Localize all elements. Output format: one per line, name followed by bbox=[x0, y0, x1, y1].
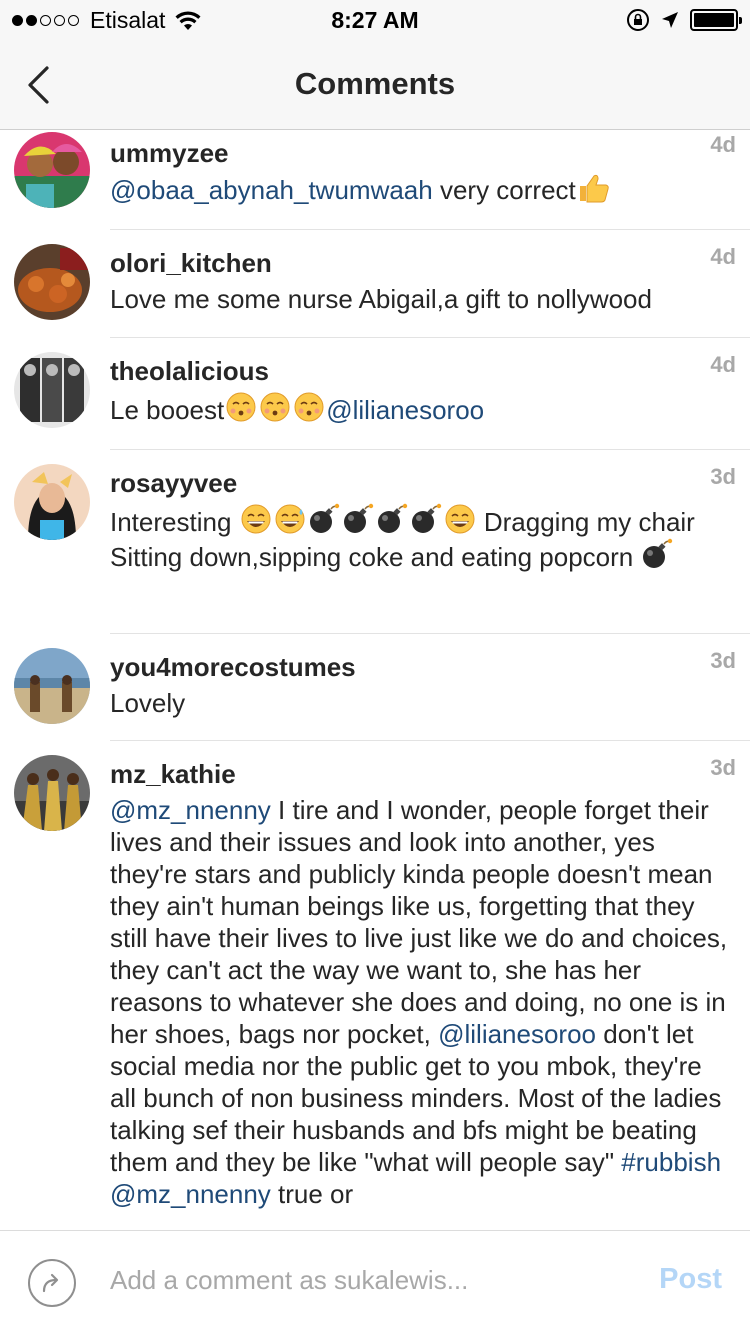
bomb-icon bbox=[377, 503, 407, 533]
location-arrow-icon bbox=[662, 12, 678, 28]
sweat-smile-face-icon bbox=[275, 504, 305, 534]
comment-timestamp: 4d bbox=[710, 352, 736, 377]
comment-text: @obaa_abynah_twumwaah very correct bbox=[110, 173, 730, 206]
comment-text: @mz_nnenny I tire and I wonder, people f… bbox=[110, 794, 730, 1210]
grinning-face-icon bbox=[445, 504, 475, 534]
comments-list[interactable]: 4d ummyzee @obaa_abynah_twumwaah very co… bbox=[0, 130, 750, 1230]
comment-timestamp: 3d bbox=[710, 755, 736, 780]
kissing-face-icon bbox=[226, 392, 256, 422]
comment-item: 3d rosayyvee Interesting Dragging my cha… bbox=[0, 450, 750, 634]
comment-timestamp: 3d bbox=[710, 648, 736, 673]
navigation-bar: Comments bbox=[0, 40, 750, 130]
comment-text-span: I tire and I wonder, people forget their… bbox=[110, 795, 728, 1049]
orientation-lock-icon bbox=[627, 9, 649, 31]
comment-text: Lovely bbox=[110, 687, 730, 719]
comment-item: 4d ummyzee @obaa_abynah_twumwaah very co… bbox=[0, 130, 750, 230]
comment-text: Love me some nurse Abigail,a gift to nol… bbox=[110, 283, 730, 315]
avatar[interactable] bbox=[14, 755, 90, 831]
comment-username[interactable]: theolalicious bbox=[110, 356, 730, 387]
thumbs-up-icon bbox=[579, 174, 609, 203]
comment-text: Le booest @lilianesoroo bbox=[110, 391, 730, 426]
bomb-icon bbox=[643, 538, 673, 568]
comment-item: 3d mz_kathie @mz_nnenny I tire and I won… bbox=[0, 741, 750, 1210]
comment-text: Interesting Dragging my chair Sitting do… bbox=[110, 503, 730, 573]
mention-link[interactable]: @mz_nnenny bbox=[110, 1179, 271, 1209]
comment-username[interactable]: olori_kitchen bbox=[110, 248, 730, 279]
comment-text-span: true or bbox=[270, 1179, 354, 1209]
bomb-icon bbox=[343, 503, 373, 533]
comment-item: 3d you4morecostumes Lovely bbox=[0, 634, 750, 741]
post-button[interactable]: Post bbox=[659, 1263, 722, 1296]
status-right bbox=[616, 8, 742, 32]
kissing-face-icon bbox=[294, 392, 324, 422]
comment-username[interactable]: ummyzee bbox=[110, 138, 730, 169]
comment-text-span: Le booest bbox=[110, 395, 225, 425]
avatar[interactable] bbox=[14, 352, 90, 428]
comment-timestamp: 4d bbox=[710, 244, 736, 269]
comment-item: 4d theolalicious Le booest @lilianesoroo bbox=[0, 338, 750, 450]
comment-timestamp: 4d bbox=[710, 132, 736, 157]
kissing-face-icon bbox=[260, 392, 290, 422]
comment-text-span: Lovely bbox=[110, 688, 186, 718]
comment-composer: Post bbox=[0, 1230, 750, 1334]
avatar[interactable] bbox=[14, 648, 90, 724]
bomb-icon bbox=[411, 503, 441, 533]
mention-link[interactable]: @mz_nnenny bbox=[110, 795, 271, 825]
comment-username[interactable]: rosayyvee bbox=[110, 468, 730, 499]
share-arrow-icon bbox=[42, 1273, 59, 1293]
comment-item: 4d olori_kitchen Love me some nurse Abig… bbox=[0, 230, 750, 338]
mention-link[interactable]: @lilianesoroo bbox=[438, 1019, 596, 1049]
share-button[interactable] bbox=[28, 1259, 76, 1307]
mention-link[interactable]: @obaa_abynah_twumwaah bbox=[110, 175, 433, 205]
status-bar: Etisalat 8:27 AM bbox=[0, 0, 750, 40]
avatar[interactable] bbox=[14, 244, 90, 320]
bomb-icon bbox=[309, 503, 339, 533]
comment-username[interactable]: you4morecostumes bbox=[110, 652, 730, 683]
comment-text-span: very correct bbox=[432, 175, 576, 205]
comment-text-span: Interesting bbox=[110, 507, 239, 537]
avatar[interactable] bbox=[14, 464, 90, 540]
grinning-face-icon bbox=[241, 504, 271, 534]
page-title: Comments bbox=[294, 66, 456, 101]
battery-icon bbox=[690, 9, 742, 31]
comment-username[interactable]: mz_kathie bbox=[110, 759, 730, 790]
hashtag-link[interactable]: #rubbish bbox=[621, 1147, 721, 1177]
comment-timestamp: 3d bbox=[710, 464, 736, 489]
comment-text-span: Love me some nurse Abigail,a gift to nol… bbox=[110, 284, 652, 314]
mention-link[interactable]: @lilianesoroo bbox=[326, 395, 484, 425]
comment-input[interactable] bbox=[110, 1265, 610, 1296]
avatar[interactable] bbox=[14, 132, 90, 208]
